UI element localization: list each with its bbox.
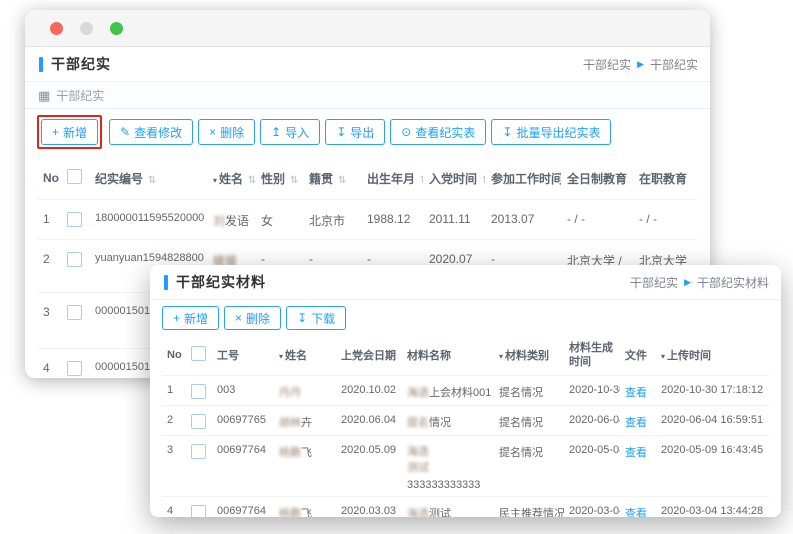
breadcrumb-item: 干部纪实 <box>650 56 698 73</box>
col-generate-time[interactable]: 材料生成时间 <box>564 336 620 375</box>
window-chrome <box>25 10 710 47</box>
download-icon: ↧ <box>336 126 346 138</box>
add-button[interactable]: + 新增 <box>41 119 98 145</box>
section-title: 干部纪实 <box>56 87 104 104</box>
close-dot[interactable] <box>50 22 63 35</box>
col-gender[interactable]: 性别⇅ <box>255 157 303 200</box>
edit-icon: ✎ <box>120 126 130 138</box>
breadcrumb-item[interactable]: 干部纪实 <box>630 274 678 291</box>
table-row: 1 180000011595520000 刘发语 女 北京市 1988.12 2… <box>37 200 698 240</box>
view-file-link[interactable]: 查看 <box>625 387 647 399</box>
page-title: 干部纪实材料 <box>176 272 266 292</box>
col-work-date[interactable]: 参加工作时间⇅ <box>485 157 561 200</box>
row-checkbox[interactable] <box>67 252 82 267</box>
breadcrumb-item[interactable]: 干部纪实 <box>583 56 631 73</box>
import-button[interactable]: ↥ 导入 <box>260 119 320 145</box>
screenshot-canvas: 干部纪实 干部纪实 ▶ 干部纪实 ▦ 干部纪实 + 新增 ✎ 查看修改 <box>0 0 793 534</box>
filter-icon[interactable]: ▾ <box>499 352 503 361</box>
filter-icon[interactable]: ▾ <box>279 352 283 361</box>
filter-icon[interactable]: ▾ <box>213 176 217 185</box>
select-all-checkbox[interactable] <box>191 346 206 361</box>
col-material-name[interactable]: 材料名称 <box>402 336 494 375</box>
col-onjob-edu[interactable]: 在职教育 <box>633 157 698 200</box>
add-button[interactable]: + 新增 <box>162 306 219 330</box>
filter-icon[interactable]: ▾ <box>661 352 665 361</box>
maximize-dot[interactable] <box>110 22 123 35</box>
download-icon: ↧ <box>297 312 307 324</box>
col-material-category[interactable]: ▾材料类别 <box>494 336 564 375</box>
view-file-link[interactable]: 查看 <box>625 447 647 459</box>
table-row: 1 003 丹丹 2020.10.02 海选上会材料001 提名情况 2020-… <box>162 375 769 405</box>
page-title: 干部纪实 <box>51 54 111 74</box>
col-record-id[interactable]: 纪实编号⇅ <box>89 157 207 200</box>
plus-icon: + <box>173 312 180 324</box>
section-header: ▦ 干部纪实 <box>25 82 710 109</box>
plus-icon: + <box>52 126 59 138</box>
table-header-row: No 纪实编号⇅ ▾姓名⇅ 性别⇅ 籍贯⇅ 出生年月⇅ 入党时间⇅ 参加工作时间… <box>37 157 698 200</box>
title-accent-bar <box>164 275 168 290</box>
download-icon: ↧ <box>502 126 512 138</box>
eye-icon: ⊙ <box>401 126 411 138</box>
col-fulltime-edu[interactable]: 全日制教育⇅ <box>561 157 633 200</box>
delete-button[interactable]: × 删除 <box>224 306 281 330</box>
col-no: No <box>37 157 61 200</box>
row-checkbox[interactable] <box>67 361 82 376</box>
col-native-place[interactable]: 籍贯⇅ <box>303 157 361 200</box>
sort-icon[interactable]: ⇅ <box>482 175 485 186</box>
sort-icon[interactable]: ⇅ <box>338 175 346 186</box>
row-checkbox[interactable] <box>67 212 82 227</box>
view-file-link[interactable]: 查看 <box>625 508 647 517</box>
row-checkbox[interactable] <box>191 384 206 399</box>
records-toolbar: + 新增 ✎ 查看修改 × 删除 ↥ 导入 ↧ 导出 ⊙ 查看 <box>25 109 710 155</box>
row-checkbox[interactable] <box>191 505 206 517</box>
page-header: 干部纪实 干部纪实 ▶ 干部纪实 <box>25 47 710 82</box>
breadcrumb-item: 干部纪实材料 <box>697 274 769 291</box>
materials-table: No 工号 ▾姓名 上党会日期 材料名称 ▾材料类别 材料生成时间 文件 ▾上传… <box>162 336 769 517</box>
batch-export-button[interactable]: ↧ 批量导出纪实表 <box>491 119 611 145</box>
download-button[interactable]: ↧ 下载 <box>286 306 346 330</box>
col-name[interactable]: ▾姓名⇅ <box>207 157 255 200</box>
sort-icon[interactable]: ⇅ <box>290 175 298 186</box>
col-upload-time[interactable]: ▾上传时间 <box>656 336 769 375</box>
upload-icon: ↥ <box>271 126 281 138</box>
breadcrumb: 干部纪实 ▶ 干部纪实 <box>583 56 698 73</box>
row-checkbox[interactable] <box>191 414 206 429</box>
export-button[interactable]: ↧ 导出 <box>325 119 385 145</box>
cadre-materials-window: 干部纪实材料 干部纪实 ▶ 干部纪实材料 + 新增 × 删除 ↧ 下载 <box>150 265 781 517</box>
page-header: 干部纪实材料 干部纪实 ▶ 干部纪实材料 <box>150 265 781 300</box>
col-birth-date[interactable]: 出生年月⇅ <box>361 157 423 200</box>
table-header-row: No 工号 ▾姓名 上党会日期 材料名称 ▾材料类别 材料生成时间 文件 ▾上传… <box>162 336 769 375</box>
close-icon: × <box>209 126 216 138</box>
sort-icon[interactable]: ⇅ <box>632 175 633 186</box>
close-icon: × <box>235 312 242 324</box>
title-accent-bar <box>39 57 43 72</box>
breadcrumb-arrow-icon: ▶ <box>684 278 691 287</box>
row-checkbox[interactable] <box>191 444 206 459</box>
grid-icon: ▦ <box>38 89 50 102</box>
delete-button[interactable]: × 删除 <box>198 119 255 145</box>
col-employee-id[interactable]: 工号 <box>212 336 274 375</box>
materials-toolbar: + 新增 × 删除 ↧ 下载 <box>150 300 781 336</box>
col-no: No <box>162 336 186 375</box>
col-meeting-date[interactable]: 上党会日期 <box>336 336 402 375</box>
sort-icon[interactable]: ⇅ <box>248 175 255 186</box>
sort-icon[interactable]: ⇅ <box>148 175 156 186</box>
breadcrumb: 干部纪实 ▶ 干部纪实材料 <box>630 274 769 291</box>
annotation-highlight-box: + 新增 <box>37 115 102 149</box>
col-party-date[interactable]: 入党时间⇅ <box>423 157 485 200</box>
view-record-sheet-button[interactable]: ⊙ 查看纪实表 <box>390 119 486 145</box>
row-checkbox[interactable] <box>67 305 82 320</box>
table-row: 4 00697764 杨鹏飞 2020.03.03 海选测试 民主推荐情况 20… <box>162 497 769 517</box>
minimize-dot[interactable] <box>80 22 93 35</box>
table-row: 3 00697764 杨鹏飞 2020.05.09 海选测试3333333333… <box>162 435 769 497</box>
table-row: 2 00697765 胡林卉 2020.06.04 提名情况 提名情况 2020… <box>162 405 769 435</box>
col-name[interactable]: ▾姓名 <box>274 336 336 375</box>
view-file-link[interactable]: 查看 <box>625 417 647 429</box>
col-file[interactable]: 文件 <box>620 336 656 375</box>
breadcrumb-arrow-icon: ▶ <box>637 60 644 69</box>
view-edit-button[interactable]: ✎ 查看修改 <box>109 119 193 145</box>
select-all-checkbox[interactable] <box>67 169 82 184</box>
sort-icon[interactable]: ⇅ <box>420 175 423 186</box>
